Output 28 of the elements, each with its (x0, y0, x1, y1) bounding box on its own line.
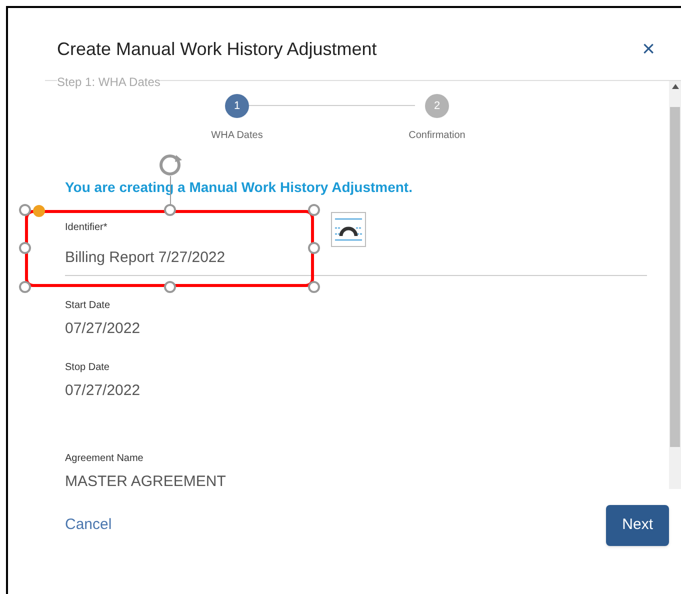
resize-handle[interactable] (33, 205, 45, 217)
field-label: Stop Date (65, 361, 110, 375)
resize-handle[interactable] (308, 242, 320, 254)
field-value: 07/27/2022 (65, 318, 142, 338)
resize-handle[interactable] (164, 281, 176, 293)
scrollbar[interactable] (669, 81, 681, 489)
field-label: Agreement Name (65, 452, 144, 466)
field-value: 07/27/2022 (65, 381, 142, 401)
intro-text: You are creating a Manual Work History Adjustment. (65, 178, 414, 197)
resize-handle[interactable] (19, 281, 31, 293)
field-value: MASTER AGREEMENT (65, 472, 227, 492)
field-label: Start Date (65, 298, 112, 312)
step-label: WHA Dates (211, 129, 263, 143)
step-label: Confirmation (408, 129, 466, 143)
resize-handle[interactable] (164, 204, 176, 216)
scroll-up-icon[interactable] (672, 84, 678, 89)
close-button[interactable]: × (642, 38, 655, 60)
next-button[interactable]: Next (606, 505, 669, 546)
resize-handle[interactable] (308, 204, 320, 216)
text-wrap-icon[interactable] (331, 212, 366, 247)
cancel-link[interactable]: Cancel (65, 514, 112, 536)
resize-handle[interactable] (308, 281, 320, 293)
identifier-field[interactable]: Billing Report 7/27/2022 (65, 247, 647, 270)
rotate-handle-icon[interactable] (158, 152, 184, 178)
resize-handle[interactable] (19, 242, 31, 254)
dialog-title: Create Manual Work History Adjustment (57, 38, 377, 61)
resize-handle[interactable] (19, 204, 31, 216)
field-label: Identifier* (65, 221, 108, 235)
